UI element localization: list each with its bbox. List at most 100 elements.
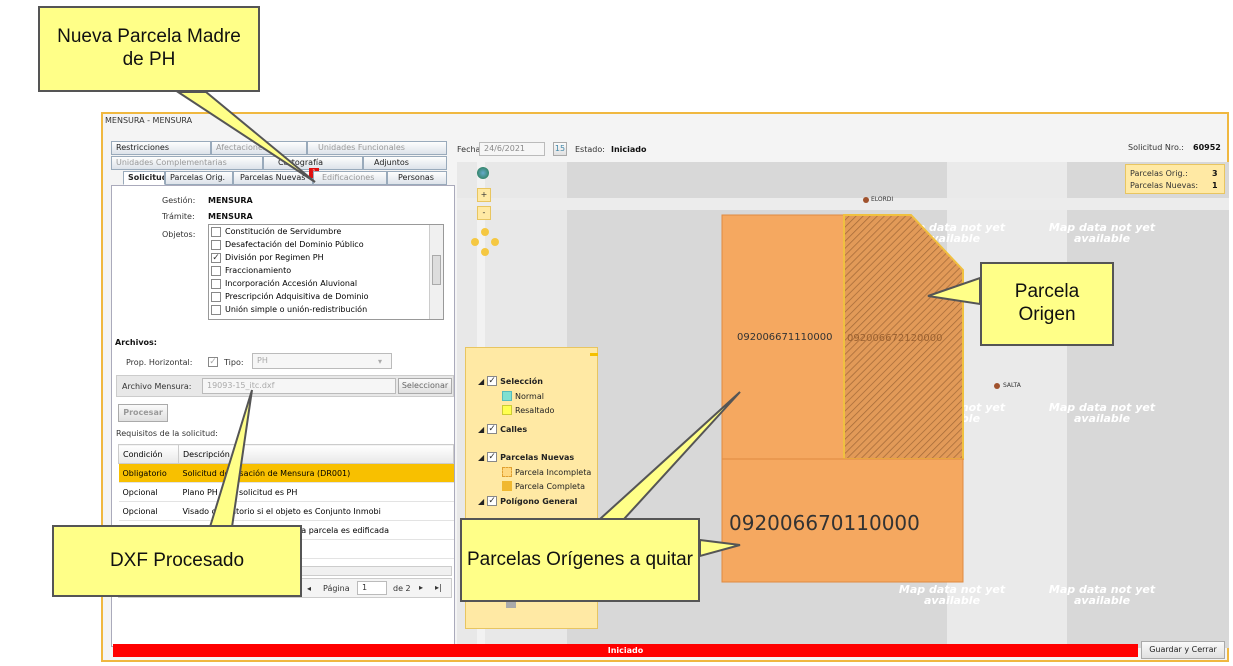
page-input[interactable]: 1 [357,581,387,595]
requisitos-label: Requisitos de la solicitud: [116,429,218,438]
checkbox-checked-icon[interactable]: ✓ [487,496,498,506]
archivo-label: Archivo Mensura: [122,382,192,391]
status-bar: Iniciado [113,644,1138,657]
objeto-label: Fraccionamiento [225,265,292,275]
zoom-in-button[interactable]: + [477,188,491,202]
legend-poligono: Polígono General [500,496,578,506]
guardar-cerrar-button[interactable]: Guardar y Cerrar [1141,641,1225,659]
objeto-label: Unión simple o unión-redistribución [225,304,368,314]
page-label: Página [323,584,350,593]
objeto-item[interactable]: Fraccionamiento [209,264,443,277]
last-page-icon[interactable]: ▸| [435,583,442,592]
fecha-input[interactable]: 24/6/2021 [479,142,545,156]
objeto-label: Desafectación del Dominio Público [225,239,364,249]
tab-unidades-funcionales[interactable]: Unidades Funcionales [307,141,447,155]
cell: Obligatorio [118,463,179,483]
next-page-icon[interactable]: ▸ [419,583,423,592]
tab-parcelas-orig[interactable]: Parcelas Orig. [165,171,233,185]
solicitud-label: Solicitud Nro.: [1128,143,1184,152]
cell: Plano PH si la solicitud es PH [178,482,454,502]
parcel-label: 092006672120000 [847,333,943,344]
checkbox-checked-icon[interactable]: ✓ [211,252,221,263]
tab-personas[interactable]: Personas [387,171,447,185]
objeto-label: División por Regimen PH [225,252,324,262]
legend-incompleta: Parcela Incompleta [515,467,592,477]
objeto-item[interactable]: Prescripción Adquisitiva de Dominio [209,290,443,303]
objetos-list[interactable]: Constitución de Servidumbre Desafectació… [208,224,444,320]
swatch-icon [502,391,512,401]
legend-normal: Normal [515,391,544,401]
swatch-icon [502,481,512,491]
col-condicion[interactable]: Condición [118,444,179,464]
swatch-icon [502,467,512,477]
procesar-button[interactable]: Procesar [118,404,168,422]
parcel-label: 092006671110000 [737,332,833,343]
objeto-label: Prescripción Adquisitiva de Dominio [225,291,369,301]
chevron-down-icon[interactable]: ▾ [378,357,382,366]
legend-resaltado: Resaltado [515,405,555,415]
expand-icon[interactable]: ◢ [478,453,484,462]
tab-parcelas-nuevas[interactable]: Parcelas Nuevas [233,171,313,185]
objetos-scrollbar[interactable] [429,225,443,319]
callout-dxf-procesado: DXF Procesado [52,525,302,597]
minimize-icon[interactable] [590,353,598,356]
objeto-item[interactable]: Desafectación del Dominio Público [209,238,443,251]
tab-unidades-complementarias[interactable]: Unidades Complementarias [111,156,263,170]
checkbox-icon[interactable] [211,291,221,302]
tab-adjuntos[interactable]: Adjuntos [363,156,447,170]
checkbox-icon[interactable] [211,265,221,276]
col-descripcion[interactable]: Descripción [178,444,454,464]
scroll-thumb[interactable] [432,255,441,285]
swatch-icon [502,405,512,415]
checkbox-icon[interactable] [211,239,221,250]
pan-control-icon[interactable] [471,228,499,258]
objeto-item[interactable]: Unión simple o unión-redistribución [209,303,443,316]
table-row[interactable]: Opcional Plano PH si la solicitud es PH [118,482,454,502]
prev-page-icon[interactable]: ◂ [307,584,311,593]
checkbox-icon[interactable] [211,278,221,289]
expand-icon[interactable]: ◢ [478,425,484,434]
gestion-value: MENSURA [208,196,253,205]
checkbox-checked-icon[interactable]: ✓ [487,424,498,434]
parcelas-nuevas-count: 1 [1212,181,1218,190]
tipo-label: Tipo: [224,358,244,367]
tramite-value: MENSURA [208,212,253,221]
objeto-item[interactable]: Incorporación Accesión Aluvional [209,277,443,290]
tab-restricciones[interactable]: Restricciones [111,141,211,155]
checkbox-icon[interactable] [211,304,221,315]
table-row[interactable]: Opcional Visado obligatorio si el objeto … [118,501,454,521]
estado-value: Iniciado [611,145,647,154]
cell: Opcional [118,482,179,502]
expand-icon[interactable]: ◢ [478,377,484,386]
archivo-input[interactable]: 19093-15_itc.dxf [202,378,396,394]
globe-icon[interactable] [477,167,489,179]
table-row[interactable]: Obligatorio Solicitud de Visación de Mens… [118,463,454,483]
expand-icon[interactable]: ◢ [478,497,484,506]
seleccionar-button[interactable]: Seleccionar [398,378,452,394]
tab-edificaciones[interactable]: Edificaciones [313,171,387,185]
objeto-item[interactable]: ✓ División por Regimen PH [209,251,443,264]
objeto-item[interactable]: Constitución de Servidumbre [209,225,443,238]
checkbox-icon[interactable] [211,226,221,237]
estado-label: Estado: [575,145,605,154]
legend-calles: Calles [500,424,528,434]
zoom-out-button[interactable]: - [477,206,491,220]
gestion-label: Gestión: [162,196,196,205]
window-title: MENSURA - MENSURA [105,116,193,125]
prop-horizontal-checkbox[interactable]: ✓ [208,357,218,367]
parcels-counter: Parcelas Orig.: 3 Parcelas Nuevas: 1 [1125,164,1225,194]
checkbox-checked-icon[interactable]: ✓ [487,452,498,462]
tipo-select[interactable]: PH [252,353,392,369]
legend-completa: Parcela Completa [515,481,586,491]
calendar-icon[interactable]: 15 [553,142,567,156]
street-label: SALTA [1003,382,1021,389]
legend-seleccion: Selección [500,376,543,386]
cell: Opcional [118,501,179,521]
parcelas-orig-label: Parcelas Orig.: [1130,169,1188,178]
objeto-label: Incorporación Accesión Aluvional [225,278,358,288]
tab-afectaciones[interactable]: Afectaciones [211,141,307,155]
callout-nueva-parcela: Nueva Parcela Madre de PH [38,6,260,92]
checkbox-checked-icon[interactable]: ✓ [487,376,498,386]
legend-parcelas-nuevas: Parcelas Nuevas [500,452,575,462]
tab-solicitud[interactable]: Solicitud [123,171,165,185]
